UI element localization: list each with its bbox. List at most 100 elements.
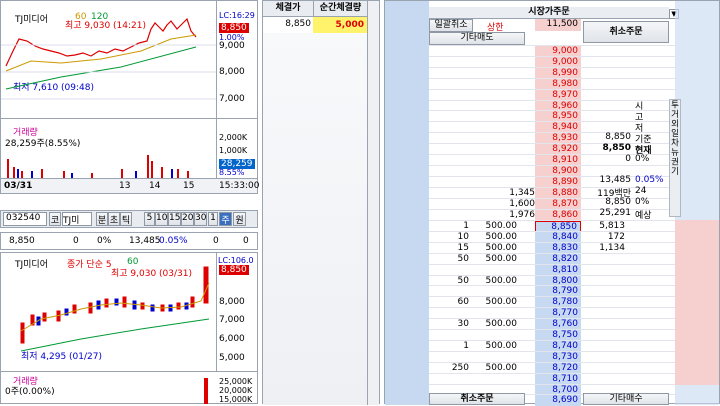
- second-button[interactable]: 초: [108, 212, 120, 226]
- code-button[interactable]: 코: [49, 212, 61, 226]
- volume-area: 거래량 28,259주(8.55%): [1, 118, 216, 179]
- bid-row: 1 500.00 8,850 5,813: [429, 220, 675, 232]
- bid-price[interactable]: 8,690: [535, 395, 581, 406]
- quote-change: 0: [73, 236, 79, 246]
- vol-tick-2: 1,000K: [219, 146, 248, 155]
- date-label: 03/31: [4, 181, 33, 191]
- intraday-chart-pane: TJ미디어 60 120 최고 9,030 (14:21) 최저 7,610 (…: [0, 0, 259, 194]
- bid-qty[interactable]: 500.00: [473, 254, 518, 264]
- bid-row: 8,770: [429, 307, 675, 320]
- interval-30[interactable]: 30: [194, 212, 207, 226]
- info-row: [583, 164, 669, 175]
- info-label: 예상: [635, 211, 652, 221]
- chart2-vol-tick-1: 25,000K: [219, 377, 253, 386]
- info-row: 13,485 0.05%: [583, 175, 669, 186]
- chart-lc: LC:16:29: [219, 11, 255, 20]
- bid-remain: 5,813: [599, 221, 625, 231]
- info-label: 0%: [635, 153, 650, 164]
- bid-qty[interactable]: 500.00: [473, 276, 518, 286]
- volume-area-2: 거래량 0주(0.00%) 25,000K 20,000K 15,000K: [1, 371, 257, 404]
- info-label: 24: [635, 186, 647, 197]
- interval-5[interactable]: 5: [144, 212, 155, 226]
- side-tabs[interactable]: 투거외일차뉴권기: [669, 99, 681, 217]
- price-line-chart: [1, 17, 216, 100]
- volume-bars: [7, 155, 189, 179]
- info-row: 0 0%: [583, 154, 669, 165]
- bid-row: 8,750: [429, 329, 675, 341]
- xtick-15: 15: [183, 181, 195, 191]
- info-row: 8,850 0%: [583, 197, 669, 208]
- interval-10[interactable]: 10: [155, 212, 168, 226]
- right-pink-column: [675, 220, 719, 385]
- cancel-order-top[interactable]: 취소주문: [583, 21, 669, 43]
- left-blue-column: [385, 1, 429, 405]
- other-buy-button[interactable]: 기타매수: [583, 393, 669, 405]
- price-area: TJ미디어 60 120 최고 9,030 (14:21) 최저 7,610 (…: [1, 1, 216, 118]
- bid-qty[interactable]: 500.00: [473, 319, 518, 329]
- chart2-vol-tick-3: 15,000K: [219, 395, 253, 404]
- info-row: 119백만 24: [583, 186, 669, 199]
- trades-scrollbar[interactable]: [367, 1, 379, 405]
- volume-spike-bar: [204, 378, 208, 404]
- info-row: 8,850 기준: [583, 132, 669, 145]
- ask-row: 8,990: [429, 66, 675, 79]
- stock-code-input[interactable]: 032540: [3, 212, 47, 226]
- info-value: 8,850: [605, 197, 631, 208]
- bid-qty[interactable]: 500.00: [473, 243, 518, 253]
- quote-vpct: 0.05%: [159, 236, 188, 246]
- candlestick-chart: [20, 266, 210, 352]
- ytick-1: 9,000: [219, 41, 245, 51]
- chart2-ytick-3: 6,000: [219, 334, 245, 344]
- info-value: 13,485: [599, 175, 632, 186]
- bid-qty[interactable]: 500.00: [473, 341, 518, 351]
- interval-20[interactable]: 20: [181, 212, 194, 226]
- bid-qty[interactable]: 500.00: [473, 232, 518, 242]
- bid-qty[interactable]: 500.00: [473, 221, 518, 231]
- cancel-all-button[interactable]: 일괄취소: [429, 19, 473, 32]
- info-value: 25,291: [599, 208, 632, 218]
- bid-row: 50 500.00 8,800: [429, 274, 675, 287]
- bid-qty[interactable]: 500.00: [473, 297, 518, 307]
- bid-row: 8,810: [429, 263, 675, 276]
- current-price-tag: 8,850: [219, 23, 249, 33]
- other-sell-button[interactable]: 기타매도: [429, 32, 525, 45]
- bid-row: 60 500.00 8,780: [429, 296, 675, 309]
- trades-panel: 체결가 순간체결량 8,850 5,000: [262, 0, 380, 405]
- bid-qty[interactable]: 500.00: [473, 363, 518, 373]
- chart-toolbar: 032540 코 TJ미 분 초 틱 5 10 15 20 30 1 주 원: [0, 210, 258, 228]
- bid-count: 250: [451, 362, 469, 373]
- trade-qty: 5,000: [313, 17, 367, 33]
- bid-row: 30 500.00 8,760: [429, 318, 675, 330]
- bid-remain: 172: [607, 231, 625, 242]
- bid-count: 50: [457, 275, 469, 286]
- bid-count: 10: [457, 231, 469, 242]
- info-value: 0: [625, 153, 631, 164]
- interval-1[interactable]: 1: [208, 212, 218, 226]
- ytick-2: 8,000: [219, 67, 245, 77]
- bid-row: 250 500.00 8,720: [429, 361, 675, 374]
- bid-row: 8,790: [429, 285, 675, 298]
- ask-row: 8,980: [429, 77, 675, 90]
- chart2-ytick-4: 5,000: [219, 353, 245, 363]
- ask-row: 9,000: [429, 45, 675, 57]
- won-button[interactable]: 원: [233, 212, 246, 226]
- info-row: 8,850 현재: [583, 142, 669, 156]
- tick-button[interactable]: 틱: [120, 212, 132, 226]
- info-row: 시: [583, 99, 669, 112]
- week-button[interactable]: 주: [219, 212, 232, 226]
- minute-button[interactable]: 분: [96, 212, 108, 226]
- stock-name-field[interactable]: TJ미: [62, 212, 92, 226]
- trades-header-price: 체결가: [263, 1, 313, 17]
- daily-chart-pane: TJ미디어 종가 단순 5 60 최고 9,030 (03/31) 최저 4,2…: [0, 252, 258, 404]
- order-title: 시장가주문: [429, 7, 669, 19]
- vol-pct: 8.55%: [219, 168, 245, 177]
- cancel-order-bottom[interactable]: 취소주문: [429, 393, 525, 405]
- quote-v2: 0: [213, 236, 219, 246]
- ask-qty: 1,345: [509, 187, 535, 198]
- interval-15[interactable]: 15: [168, 212, 181, 226]
- info-value: 8,850: [602, 142, 631, 153]
- info-row: 고: [583, 110, 669, 123]
- ask-price[interactable]: 8,860: [535, 209, 581, 221]
- bid-count: 50: [457, 253, 469, 264]
- xtick-14: 14: [149, 181, 161, 191]
